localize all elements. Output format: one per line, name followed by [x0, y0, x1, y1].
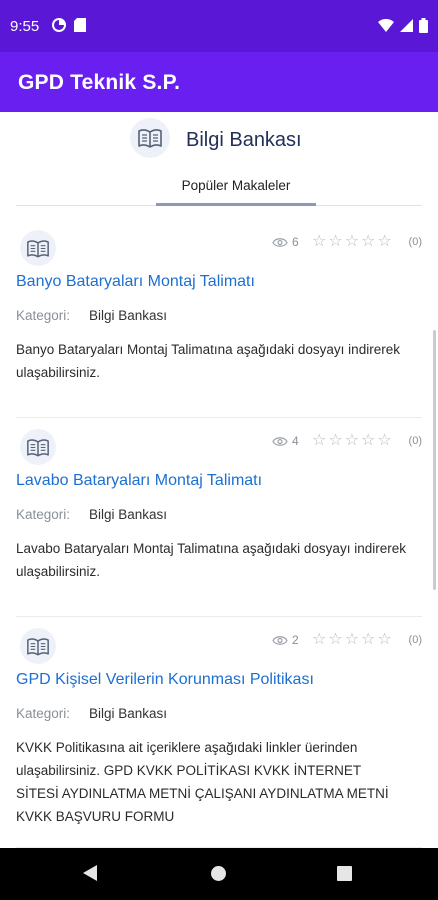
star-icon[interactable]: ☆ — [377, 433, 391, 449]
star-icon[interactable]: ☆ — [345, 632, 359, 648]
article-description: Lavabo Bataryaları Montaj Talimatına aşa… — [16, 541, 406, 579]
wifi-icon — [378, 18, 394, 37]
rating-count: (0) — [408, 236, 422, 248]
article-description: Banyo Bataryaları Montaj Talimatına aşağ… — [16, 342, 400, 380]
system-nav-bar — [0, 848, 438, 900]
app-bar: GPD Teknik S.P. — [0, 52, 438, 112]
star-icon[interactable]: ☆ — [328, 632, 342, 648]
view-count-value: 6 — [292, 235, 299, 249]
battery-icon — [419, 18, 428, 38]
book-icon — [20, 628, 56, 664]
knowledge-base-header: Bilgi Bankası — [0, 116, 438, 160]
article-card[interactable]: 2 ☆ ☆ ☆ ☆ ☆ (0) GPD Kişisel Verilerin Korunm… — [16, 616, 422, 848]
category-value: Bilgi Bankası — [89, 706, 168, 721]
book-icon — [130, 118, 170, 158]
article-card[interactable]: 6 ☆ ☆ ☆ ☆ ☆ (0) Banyo Bataryaları Montaj Tal… — [16, 218, 422, 418]
article-card[interactable]: 4 ☆ ☆ ☆ ☆ ☆ (0) Lavabo Bataryaları Montaj Ta… — [16, 417, 422, 617]
home-icon[interactable] — [210, 865, 227, 887]
content-area[interactable]: Bilgi Bankası Popüler Makaleler 6 ☆ ☆ ☆ ☆ ☆ … — [0, 112, 438, 848]
tab-bar: Popüler Makaleler — [16, 172, 422, 206]
knowledge-base-title: Bilgi Bankası — [186, 129, 302, 151]
tab-popular-articles[interactable]: Popüler Makaleler — [156, 178, 316, 193]
book-icon — [20, 429, 56, 465]
category-value: Bilgi Bankası — [89, 507, 168, 522]
view-count: 6 — [272, 235, 299, 249]
star-icon[interactable]: ☆ — [361, 632, 375, 648]
eye-icon — [272, 237, 288, 247]
category-label: Kategori: — [16, 308, 71, 323]
article-title-link[interactable]: GPD Kişisel Verilerin Korunması Politika… — [16, 671, 314, 689]
scrollbar-thumb[interactable] — [433, 330, 436, 590]
view-count: 4 — [272, 434, 299, 448]
status-time: 9:55 — [10, 18, 40, 35]
eye-icon — [272, 436, 288, 446]
eye-icon — [272, 635, 288, 645]
star-icon[interactable]: ☆ — [328, 234, 342, 250]
star-icon[interactable]: ☆ — [345, 234, 359, 250]
star-icon[interactable]: ☆ — [312, 632, 326, 648]
rating-stars[interactable]: ☆ ☆ ☆ ☆ ☆ — [312, 632, 392, 648]
recent-apps-icon[interactable] — [337, 866, 352, 886]
signal-icon — [400, 19, 413, 37]
view-count-value: 4 — [292, 434, 299, 448]
data-saver-icon — [52, 18, 66, 37]
status-right-icons — [378, 18, 428, 38]
rating-stars[interactable]: ☆ ☆ ☆ ☆ ☆ — [312, 234, 392, 250]
tab-indicator — [156, 203, 316, 206]
rating-count: (0) — [408, 435, 422, 447]
view-count: 2 — [272, 633, 299, 647]
star-icon[interactable]: ☆ — [377, 234, 391, 250]
rating-count: (0) — [408, 634, 422, 646]
star-icon[interactable]: ☆ — [328, 433, 342, 449]
status-bar: 9:55 — [0, 0, 438, 52]
article-title-link[interactable]: Banyo Bataryaları Montaj Talimatı — [16, 273, 255, 291]
star-icon[interactable]: ☆ — [361, 234, 375, 250]
view-count-value: 2 — [292, 633, 299, 647]
category-value: Bilgi Bankası — [89, 308, 168, 323]
article-title-link[interactable]: Lavabo Bataryaları Montaj Talimatı — [16, 472, 262, 490]
sd-card-icon — [74, 18, 86, 37]
rating-stars[interactable]: ☆ ☆ ☆ ☆ ☆ — [312, 433, 392, 449]
category-label: Kategori: — [16, 706, 71, 721]
back-icon[interactable] — [82, 864, 98, 887]
star-icon[interactable]: ☆ — [377, 632, 391, 648]
article-description: KVKK Politikasına ait içeriklere aşağıda… — [16, 740, 389, 824]
category-label: Kategori: — [16, 507, 71, 522]
book-icon — [20, 230, 56, 266]
star-icon[interactable]: ☆ — [312, 234, 326, 250]
app-title: GPD Teknik S.P. — [18, 71, 181, 94]
star-icon[interactable]: ☆ — [361, 433, 375, 449]
status-left-icons — [52, 18, 86, 37]
star-icon[interactable]: ☆ — [312, 433, 326, 449]
star-icon[interactable]: ☆ — [345, 433, 359, 449]
